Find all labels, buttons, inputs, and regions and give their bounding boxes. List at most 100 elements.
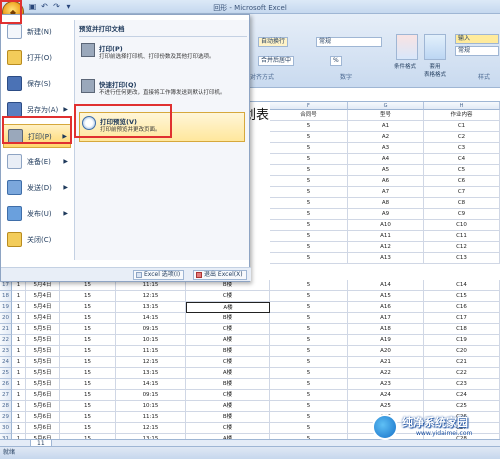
table-cell[interactable]: 13:15 bbox=[116, 302, 186, 313]
table-cell[interactable]: 1 bbox=[12, 368, 26, 379]
table-cell[interactable]: C8 bbox=[424, 198, 500, 209]
table-cell[interactable]: C19 bbox=[424, 335, 500, 346]
row-header[interactable]: 29 bbox=[0, 412, 12, 423]
table-cell[interactable]: 15 bbox=[60, 412, 116, 423]
menu-print[interactable]: 打印(P) ▶ bbox=[3, 124, 71, 148]
table-cell[interactable]: 5 bbox=[270, 357, 348, 368]
table-cell[interactable]: A7 bbox=[348, 187, 424, 198]
table-cell[interactable]: 15 bbox=[60, 401, 116, 412]
table-cell[interactable]: A12 bbox=[348, 242, 424, 253]
table-cell[interactable]: A10 bbox=[348, 220, 424, 231]
row-header[interactable]: 18 bbox=[0, 291, 12, 302]
table-cell[interactable]: 15 bbox=[60, 368, 116, 379]
table-cell[interactable]: 1 bbox=[12, 346, 26, 357]
table-cell[interactable]: 5 bbox=[270, 242, 348, 253]
table-cell[interactable]: 1 bbox=[12, 335, 26, 346]
excel-options-button[interactable]: Excel 选项(I) bbox=[133, 270, 185, 280]
merge-center-button[interactable]: 合并后居中 bbox=[258, 56, 295, 66]
table-cell[interactable]: A8 bbox=[348, 198, 424, 209]
table-cell[interactable]: C5 bbox=[424, 165, 500, 176]
table-cell[interactable]: C12 bbox=[424, 242, 500, 253]
table-cell[interactable]: 15 bbox=[60, 390, 116, 401]
table-cell[interactable]: 5月5日 bbox=[26, 335, 60, 346]
table-cell[interactable]: 15 bbox=[60, 302, 116, 313]
table-cell[interactable]: B楼 bbox=[186, 346, 270, 357]
table-cell[interactable]: 14:15 bbox=[116, 379, 186, 390]
table-cell[interactable]: A25 bbox=[348, 401, 424, 412]
table-cell[interactable]: 5月5日 bbox=[26, 346, 60, 357]
table-cell[interactable]: 5 bbox=[270, 423, 348, 434]
row-header[interactable]: 26 bbox=[0, 379, 12, 390]
table-cell[interactable]: 1 bbox=[12, 401, 26, 412]
table-cell[interactable]: 1 bbox=[12, 302, 26, 313]
table-cell[interactable]: 15 bbox=[60, 324, 116, 335]
table-cell[interactable]: C1 bbox=[424, 121, 500, 132]
table-cell[interactable]: C24 bbox=[424, 390, 500, 401]
table-cell[interactable]: 5 bbox=[270, 291, 348, 302]
table-cell[interactable]: C4 bbox=[424, 154, 500, 165]
table-cell[interactable]: 5 bbox=[270, 187, 348, 198]
table-cell[interactable]: C楼 bbox=[186, 423, 270, 434]
table-cell[interactable]: 5 bbox=[270, 253, 348, 264]
table-cell[interactable]: 1 bbox=[12, 357, 26, 368]
table-cell[interactable]: C楼 bbox=[186, 390, 270, 401]
table-cell[interactable]: 1 bbox=[12, 324, 26, 335]
row-header[interactable]: 27 bbox=[0, 390, 12, 401]
table-cell[interactable]: 5 bbox=[270, 313, 348, 324]
table-cell[interactable]: C20 bbox=[424, 346, 500, 357]
table-cell[interactable]: 5 bbox=[270, 401, 348, 412]
table-cell[interactable]: 5 bbox=[270, 231, 348, 242]
table-cell[interactable]: C21 bbox=[424, 357, 500, 368]
table-cell[interactable]: A23 bbox=[348, 379, 424, 390]
table-cell[interactable]: 1 bbox=[12, 291, 26, 302]
row-header[interactable]: 19 bbox=[0, 302, 12, 313]
col-header-g[interactable]: G bbox=[348, 102, 424, 110]
table-cell[interactable]: 12:15 bbox=[116, 357, 186, 368]
table-cell[interactable]: 5 bbox=[270, 379, 348, 390]
table-cell[interactable]: 5 bbox=[270, 390, 348, 401]
table-cell[interactable]: 5 bbox=[270, 412, 348, 423]
table-cell[interactable]: 15 bbox=[60, 335, 116, 346]
table-format-icon[interactable] bbox=[424, 34, 446, 60]
table-cell[interactable]: 13:15 bbox=[116, 368, 186, 379]
table-cell[interactable]: 15 bbox=[60, 357, 116, 368]
table-cell[interactable]: 5月6日 bbox=[26, 412, 60, 423]
table-cell[interactable]: A24 bbox=[348, 390, 424, 401]
table-cell[interactable]: 5月6日 bbox=[26, 401, 60, 412]
table-cell[interactable]: A楼 bbox=[186, 302, 270, 313]
table-cell[interactable]: A11 bbox=[348, 231, 424, 242]
table-cell[interactable]: 5 bbox=[270, 324, 348, 335]
table-cell[interactable]: 15 bbox=[60, 379, 116, 390]
table-cell[interactable]: A13 bbox=[348, 253, 424, 264]
table-cell[interactable]: 14:15 bbox=[116, 313, 186, 324]
table-cell[interactable]: A3 bbox=[348, 143, 424, 154]
table-cell[interactable]: 1 bbox=[12, 412, 26, 423]
table-cell[interactable]: 5 bbox=[270, 132, 348, 143]
table-cell[interactable]: 5 bbox=[270, 209, 348, 220]
wrap-text-button[interactable]: 自动换行 bbox=[258, 37, 289, 47]
table-cell[interactable]: C11 bbox=[424, 231, 500, 242]
table-cell[interactable]: A1 bbox=[348, 121, 424, 132]
normal-style[interactable]: 常规 bbox=[455, 46, 499, 56]
table-cell[interactable]: 5 bbox=[270, 121, 348, 132]
table-cell[interactable]: 5 bbox=[270, 165, 348, 176]
table-cell[interactable]: C15 bbox=[424, 291, 500, 302]
table-cell[interactable]: B楼 bbox=[186, 379, 270, 390]
table-cell[interactable]: A楼 bbox=[186, 401, 270, 412]
table-cell[interactable]: C17 bbox=[424, 313, 500, 324]
menu-close[interactable]: 关闭(C) bbox=[3, 228, 71, 252]
table-cell[interactable]: 15 bbox=[60, 346, 116, 357]
table-cell[interactable]: C楼 bbox=[186, 324, 270, 335]
table-cell[interactable]: A22 bbox=[348, 368, 424, 379]
menu-save-as[interactable]: 另存为(A) ▶ bbox=[3, 98, 71, 122]
table-cell[interactable]: C10 bbox=[424, 220, 500, 231]
table-cell[interactable]: C25 bbox=[424, 401, 500, 412]
row-header[interactable]: 20 bbox=[0, 313, 12, 324]
table-cell[interactable]: B楼 bbox=[186, 412, 270, 423]
table-cell[interactable]: C3 bbox=[424, 143, 500, 154]
table-cell[interactable]: 5 bbox=[270, 335, 348, 346]
table-cell[interactable]: A18 bbox=[348, 324, 424, 335]
table-cell[interactable]: C9 bbox=[424, 209, 500, 220]
table-cell[interactable]: 5 bbox=[270, 368, 348, 379]
table-cell[interactable]: 5 bbox=[270, 302, 348, 313]
